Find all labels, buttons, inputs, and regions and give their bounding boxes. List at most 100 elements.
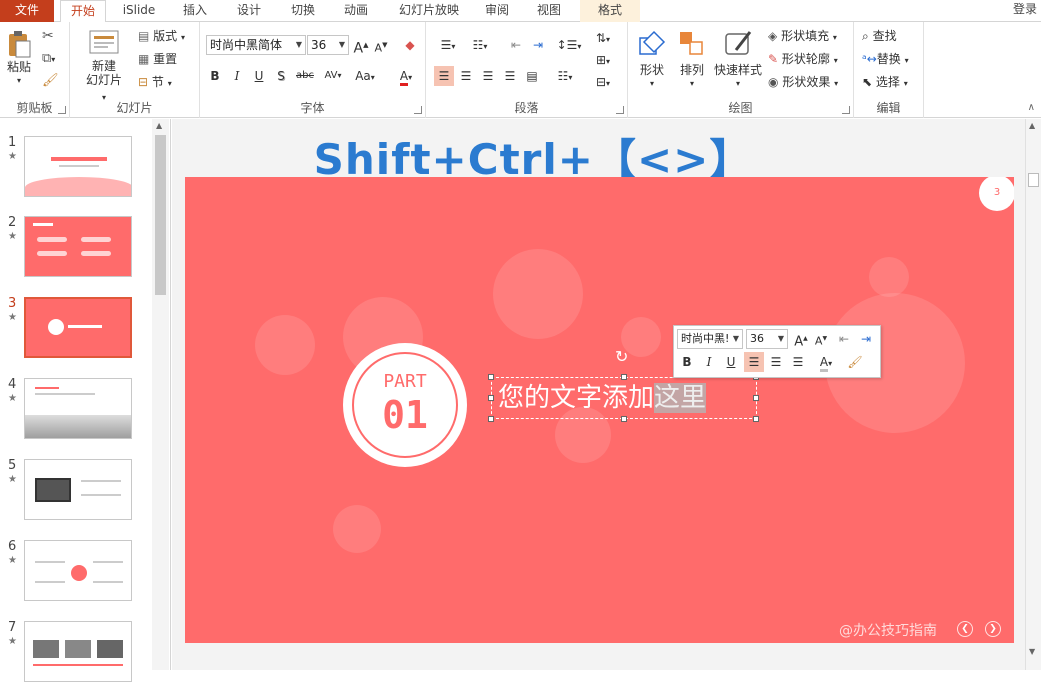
resize-handle-bl[interactable] <box>488 416 494 422</box>
tab-transitions[interactable]: 切换 <box>280 0 326 22</box>
scroll-up-icon[interactable]: ▲ <box>1029 121 1035 130</box>
format-painter-button[interactable]: 🖌 <box>42 72 59 89</box>
tab-slideshow[interactable]: 幻灯片放映 <box>390 0 468 22</box>
tab-home[interactable]: 开始 <box>60 0 106 23</box>
tab-islide[interactable]: iSlide <box>116 0 162 22</box>
mini-grow-font-button[interactable]: A▲ <box>792 329 810 349</box>
tab-view[interactable]: 视图 <box>526 0 572 22</box>
bold-button[interactable]: B <box>206 66 224 86</box>
italic-button[interactable]: I <box>228 66 246 86</box>
mini-size-combo[interactable]: 36 ▼ <box>746 329 788 349</box>
numbering-button[interactable]: ☷▾ <box>466 35 494 55</box>
quick-styles-button[interactable]: 快速样式 ▾ <box>712 28 764 91</box>
slide-thumbnail-1[interactable] <box>24 136 132 197</box>
slide-thumbnail-4[interactable] <box>24 378 132 439</box>
paste-button[interactable]: 粘贴 ▾ <box>4 30 34 88</box>
char-spacing-button[interactable]: AV▾ <box>318 66 348 86</box>
current-slide[interactable]: 3 PART 01 您的文字添加这里 ↻ @办公技巧指南 ❮ ❯ <box>185 177 1014 643</box>
title-textbox[interactable]: 您的文字添加这里 <box>491 377 757 419</box>
text-direction-button[interactable]: ⇅▾ <box>588 28 618 48</box>
section-button[interactable]: ⊟ 节 ▾ <box>138 74 172 92</box>
slide-thumbnail-6[interactable] <box>24 540 132 601</box>
align-center-button[interactable]: ☰ <box>456 66 476 86</box>
cut-button[interactable]: ✂ <box>42 28 54 44</box>
grow-font-button[interactable]: A▲ <box>352 35 370 57</box>
resize-handle-top[interactable] <box>621 374 627 380</box>
tab-format[interactable]: 格式 <box>580 0 640 22</box>
clipboard-launcher[interactable] <box>58 106 66 114</box>
paragraph-launcher[interactable] <box>616 106 624 114</box>
select-button[interactable]: ⬉ 选择 ▾ <box>862 74 908 92</box>
mini-font-color-button[interactable]: A▾ <box>812 352 840 372</box>
arrange-button[interactable]: 排列 ▾ <box>674 28 710 91</box>
tab-review[interactable]: 审阅 <box>474 0 520 22</box>
copy-button[interactable]: ⧉▾ <box>42 50 55 68</box>
font-size-combo[interactable]: 36 ▼ <box>307 35 349 55</box>
resize-handle-tl[interactable] <box>488 374 494 380</box>
slide-thumbnail-7[interactable] <box>24 621 132 682</box>
mini-outdent-button[interactable]: ⇤ <box>834 329 854 349</box>
justify-button[interactable]: ☰ <box>500 66 520 86</box>
shape-fill-button[interactable]: ◈ 形状填充 ▾ <box>768 28 837 46</box>
shrink-font-button[interactable]: A▼ <box>372 35 390 55</box>
shapes-button[interactable]: 形状 ▾ <box>632 28 672 91</box>
scrollbar-thumb[interactable] <box>1028 173 1039 187</box>
tab-file[interactable]: 文件 <box>0 0 54 22</box>
scroll-up-icon[interactable]: ▲ <box>156 121 162 130</box>
drawing-launcher[interactable] <box>842 106 850 114</box>
increase-indent-button[interactable]: ⇥ <box>528 35 548 55</box>
clear-format-button[interactable]: ◆ <box>400 35 420 55</box>
mini-font-combo[interactable]: 时尚中黑! ▼ <box>677 329 743 349</box>
mini-shrink-font-button[interactable]: A▼ <box>812 329 830 349</box>
thumbnail-scrollbar[interactable]: ▲ <box>152 119 169 670</box>
resize-handle-br[interactable] <box>753 416 759 422</box>
rotate-handle-icon[interactable]: ↻ <box>615 347 628 366</box>
font-name-combo[interactable]: 时尚中黑简体 ▼ <box>206 35 306 55</box>
align-text-button[interactable]: ⊞▾ <box>588 50 618 70</box>
textbox-content[interactable]: 您的文字添加这里 <box>498 380 707 416</box>
resize-handle-left[interactable] <box>488 395 494 401</box>
line-spacing-button[interactable]: ↕☰▾ <box>554 35 584 55</box>
mini-indent-button[interactable]: ⇥ <box>856 329 876 349</box>
slide-thumbnail-2[interactable] <box>24 216 132 277</box>
shape-outline-button[interactable]: ✎ 形状轮廓 ▾ <box>768 51 838 69</box>
scroll-down-icon[interactable]: ▼ <box>1029 647 1035 656</box>
shadow-button[interactable]: S <box>272 66 290 86</box>
mini-align-left-button[interactable]: ☰ <box>744 352 764 372</box>
font-launcher[interactable] <box>414 106 422 114</box>
strikethrough-button[interactable]: abc <box>294 66 316 86</box>
editor-scrollbar[interactable]: ▲ ▼ <box>1025 119 1041 670</box>
tab-insert[interactable]: 插入 <box>172 0 218 22</box>
slide-thumbnail-3[interactable] <box>24 297 132 358</box>
login-link[interactable]: 登录 <box>1013 0 1037 18</box>
align-left-button[interactable]: ☰ <box>434 66 454 86</box>
font-color-button[interactable]: A▾ <box>392 66 420 86</box>
resize-handle-right[interactable] <box>753 395 759 401</box>
decrease-indent-button[interactable]: ⇤ <box>506 35 526 55</box>
resize-handle-bottom[interactable] <box>621 416 627 422</box>
new-slide-button[interactable]: 新建 幻灯片 ▾ <box>84 28 124 105</box>
change-case-button[interactable]: Aa▾ <box>350 66 380 86</box>
scrollbar-thumb[interactable] <box>155 135 166 295</box>
collapse-ribbon-icon[interactable]: ∧ <box>1028 102 1035 113</box>
tab-animations[interactable]: 动画 <box>333 0 379 22</box>
slide-thumbnail-5[interactable] <box>24 459 132 520</box>
distributed-button[interactable]: ▤ <box>522 66 542 86</box>
shape-effect-button[interactable]: ◉ 形状效果 ▾ <box>768 74 838 92</box>
mini-align-center-button[interactable]: ☰ <box>766 352 786 372</box>
mini-align-right-button[interactable]: ☰ <box>788 352 808 372</box>
mini-underline-button[interactable]: U <box>722 352 740 372</box>
underline-button[interactable]: U <box>250 66 268 86</box>
mini-format-painter-button[interactable]: 🖌 <box>844 352 866 372</box>
find-button[interactable]: ⌕ 查找 <box>862 28 897 44</box>
layout-button[interactable]: ▤ 版式 ▾ <box>138 28 185 46</box>
align-right-button[interactable]: ☰ <box>478 66 498 86</box>
replace-button[interactable]: ᵃ↔替换 ▾ <box>862 51 909 69</box>
tab-design[interactable]: 设计 <box>226 0 272 22</box>
mini-italic-button[interactable]: I <box>700 352 718 372</box>
columns-button[interactable]: ☷▾ <box>550 66 580 86</box>
mini-bold-button[interactable]: B <box>678 352 696 372</box>
smartart-button[interactable]: ⊟▾ <box>588 72 618 92</box>
reset-button[interactable]: ▦ 重置 <box>138 51 177 67</box>
bullets-button[interactable]: ☰▾ <box>434 35 462 55</box>
